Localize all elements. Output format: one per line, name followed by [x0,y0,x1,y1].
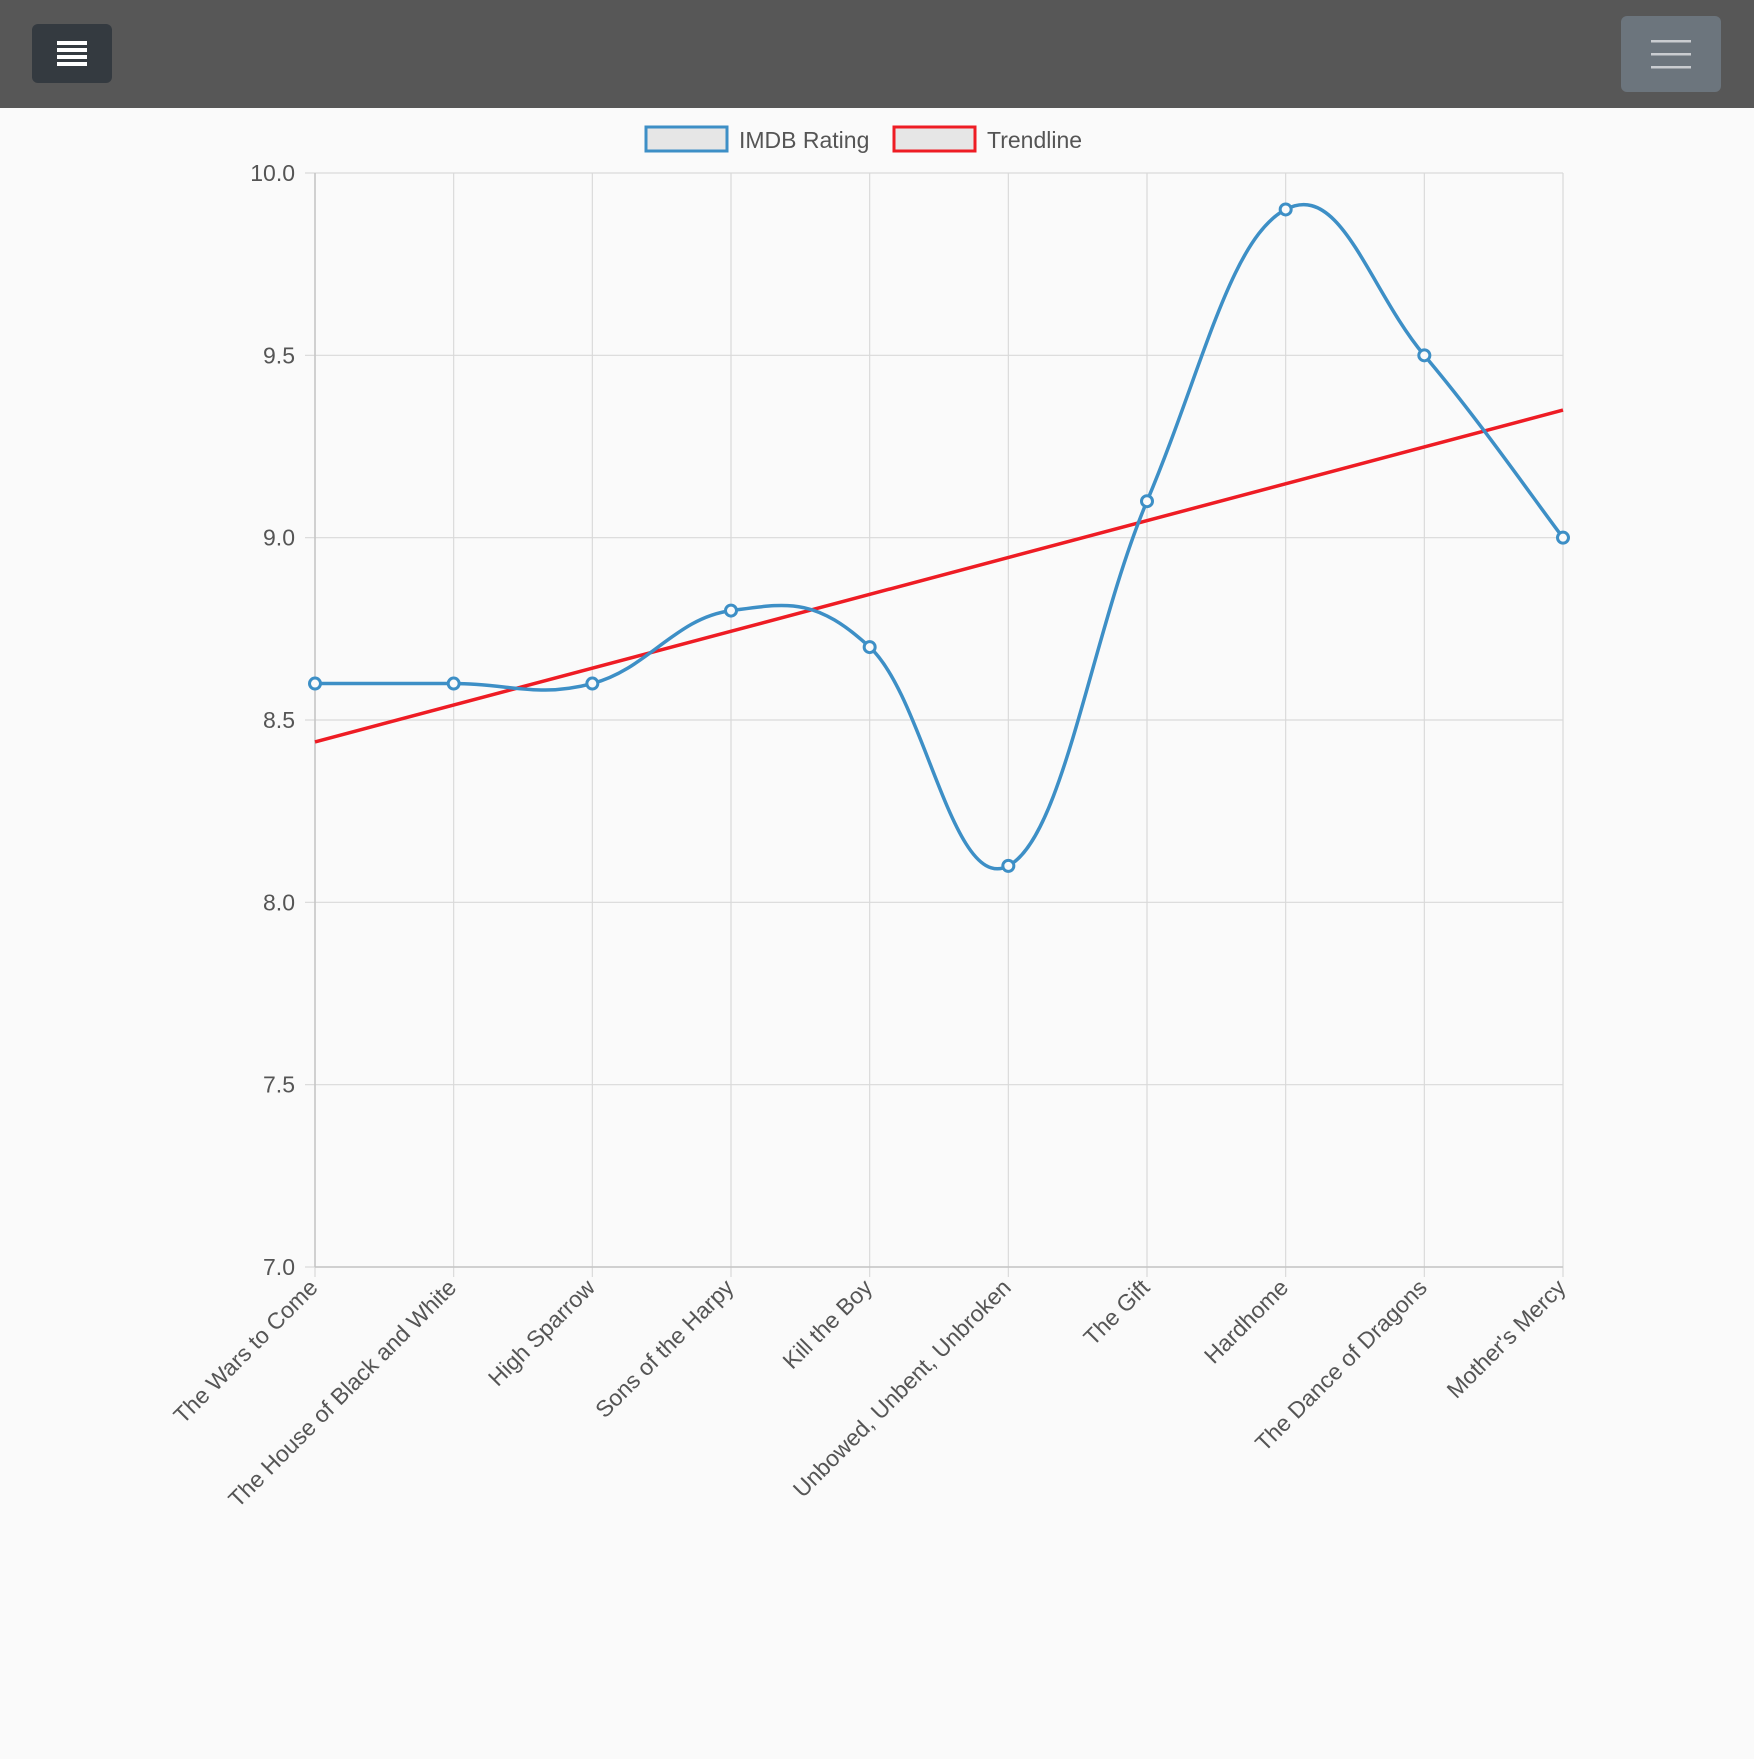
imdb-rating-data-point[interactable] [1140,494,1154,509]
imdb-rating-data-point[interactable] [1001,858,1016,873]
imdb-rating-data-point[interactable] [1417,348,1432,363]
x-tick-label: The Wars to Come [168,1274,322,1428]
top-navbar [0,0,1754,108]
legend-label-imdb-rating[interactable]: IMDB Rating [739,127,869,153]
imdb-rating-data-point[interactable] [1556,530,1570,545]
y-tick-label: 7.5 [263,1072,295,1098]
line-chart: 10.09.59.08.58.07.57.0The Wars to ComeTh… [168,125,1571,1512]
imdb-rating-data-point[interactable] [862,640,877,655]
navbar-toggler-button[interactable] [1621,16,1721,92]
list-icon [57,40,87,66]
x-tick-label: Kill the Boy [777,1274,877,1374]
y-tick-label: 9.5 [263,342,295,368]
legend-swatch-trendline[interactable] [892,125,977,153]
x-tick-label: High Sparrow [483,1274,600,1391]
x-tick-label: Unbowed, Unbent, Unbroken [788,1274,1016,1502]
x-tick-label: Sons of the Harpy [590,1274,739,1423]
x-tick-label: The House of Black and White [223,1274,461,1512]
imdb-rating-data-point[interactable] [585,676,600,691]
y-tick-label: 8.5 [263,707,295,733]
y-tick-label: 7.0 [263,1254,295,1280]
menu-button[interactable] [32,24,112,83]
y-tick-label: 8.0 [263,889,295,915]
imdb-rating-data-point[interactable] [308,676,322,691]
imdb-rating-data-point[interactable] [724,603,738,618]
y-tick-label: 9.0 [263,525,295,551]
x-tick-label: The Gift [1078,1274,1155,1351]
hamburger-icon [1651,40,1691,69]
imdb-rating-series-line [314,202,1565,871]
legend-swatch-imdb-rating[interactable] [644,125,729,153]
x-tick-label: Hardhome [1199,1274,1293,1368]
x-tick-label: Mother's Mercy [1441,1274,1570,1403]
imdb-rating-data-point[interactable] [1278,202,1293,217]
chart-container: 10.0 9.5 9.0 8.5 8.0 7.5 7.0 The Wars to Come Th… [0,108,1754,1754]
y-tick-label: 10.0 [250,160,295,186]
imdb-rating-data-point[interactable] [446,676,461,691]
legend-label-trendline[interactable]: Trendline [987,127,1082,153]
trendline-series-line [314,408,1564,744]
